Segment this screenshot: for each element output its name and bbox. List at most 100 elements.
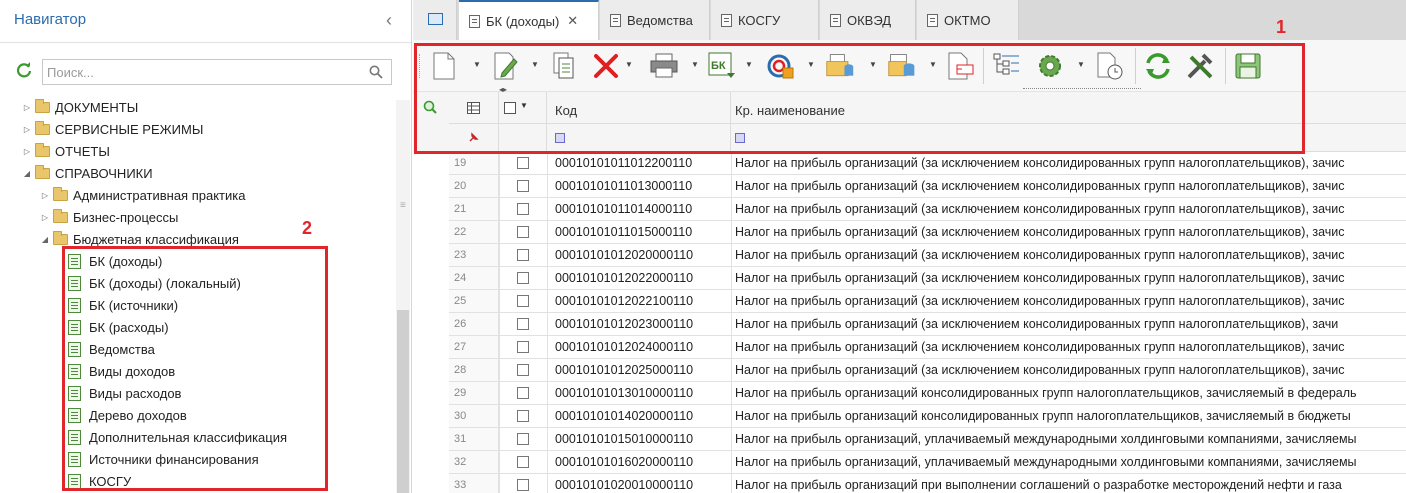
row-checkbox[interactable] bbox=[517, 387, 529, 399]
highlight-label-2: 2 bbox=[302, 218, 313, 238]
collapse-navigator-button[interactable]: ‹ bbox=[386, 10, 392, 31]
tab-4[interactable]: ОКВЭД bbox=[820, 0, 916, 40]
row-checkbox[interactable] bbox=[517, 249, 529, 261]
document-icon bbox=[610, 13, 621, 27]
collapsed-arrow-icon[interactable]: ▷ bbox=[22, 103, 32, 112]
tree-node-label: Бюджетная классификация bbox=[73, 231, 239, 247]
highlight-box-2 bbox=[62, 246, 328, 491]
navigator-title: Навигатор bbox=[14, 11, 87, 28]
collapsed-arrow-icon[interactable]: ▷ bbox=[22, 147, 32, 156]
table-row[interactable]: 21 00010101011014000110 Налог на прибыль о… bbox=[449, 198, 1406, 221]
row-checkbox[interactable] bbox=[517, 318, 529, 330]
row-checkbox[interactable] bbox=[517, 295, 529, 307]
row-number: 33 bbox=[449, 474, 499, 493]
splitter-grip-icon[interactable]: ≡ bbox=[400, 200, 406, 211]
navigator-divider bbox=[0, 42, 411, 43]
row-number: 28 bbox=[449, 359, 499, 381]
table-row[interactable]: 27 00010101012024000110 Налог на прибыль о… bbox=[449, 336, 1406, 359]
cell-name: Налог на прибыль организаций при выполне… bbox=[735, 478, 1342, 492]
table-row[interactable]: 23 00010101012020000110 Налог на прибыль о… bbox=[449, 244, 1406, 267]
cell-code: 00010101011013000110 bbox=[555, 179, 693, 193]
collapsed-arrow-icon[interactable]: ▷ bbox=[22, 125, 32, 134]
table-row[interactable]: 20 00010101011013000110 Налог на прибыль о… bbox=[449, 175, 1406, 198]
cell-name: Налог на прибыль организаций (за исключе… bbox=[735, 248, 1345, 262]
cell-code: 00010101012024000110 bbox=[555, 340, 694, 354]
cell-name: Налог на прибыль организаций (за исключе… bbox=[735, 271, 1345, 285]
tree-node[interactable]: ▷ ОТЧЕТЫ bbox=[22, 140, 110, 162]
tab-2[interactable]: Ведомства bbox=[600, 0, 710, 40]
expanded-arrow-icon[interactable]: ◢ bbox=[40, 235, 50, 244]
row-checkbox[interactable] bbox=[517, 341, 529, 353]
cell-code: 00010101014020000110 bbox=[555, 409, 694, 423]
table-row[interactable]: 30 00010101014020000110 Налог на прибыль о… bbox=[449, 405, 1406, 428]
row-checkbox[interactable] bbox=[517, 364, 529, 376]
cell-name: Налог на прибыль организаций, уплачиваем… bbox=[735, 455, 1357, 469]
tree-node[interactable]: ▷ СЕРВИСНЫЕ РЕЖИМЫ bbox=[22, 118, 203, 140]
tree-node[interactable]: ▷ Бизнес-процессы bbox=[40, 206, 178, 228]
table-row[interactable]: 31 00010101015010000110 Налог на прибыль о… bbox=[449, 428, 1406, 451]
tree-node[interactable]: ▷ Административная практика bbox=[40, 184, 245, 206]
navigator-scrollbar[interactable] bbox=[396, 100, 410, 493]
table-row[interactable]: 33 00010101020010000110 Налог на прибыль о… bbox=[449, 474, 1406, 493]
collapsed-arrow-icon[interactable]: ▷ bbox=[40, 191, 50, 200]
cell-code: 00010101012025000110 bbox=[555, 363, 694, 377]
refresh-icon[interactable] bbox=[16, 62, 32, 78]
navigator-panel: Навигатор ‹ ▷ДОКУМЕНТЫ▷СЕРВИСНЫЕ РЕЖИМЫ▷… bbox=[0, 0, 412, 493]
row-checkbox[interactable] bbox=[517, 203, 529, 215]
navigator-search[interactable] bbox=[42, 59, 392, 85]
highlight-label-1: 1 bbox=[1276, 17, 1287, 37]
cell-code: 00010101020010000110 bbox=[555, 478, 694, 492]
folder-icon bbox=[35, 120, 50, 135]
tree-node[interactable]: ◢ СПРАВОЧНИКИ bbox=[22, 162, 153, 184]
row-number: 32 bbox=[449, 451, 499, 473]
table-row[interactable]: 29 00010101013010000110 Налог на прибыль о… bbox=[449, 382, 1406, 405]
window-icon bbox=[428, 13, 443, 25]
tab-1[interactable]: БК (доходы) ✕ bbox=[459, 0, 599, 40]
row-number: 21 bbox=[449, 198, 499, 220]
cell-code: 00010101012022100110 bbox=[555, 294, 694, 308]
table-row[interactable]: 26 00010101012023000110 Налог на прибыль о… bbox=[449, 313, 1406, 336]
tab-5[interactable]: ОКТМО bbox=[917, 0, 1019, 40]
close-icon[interactable]: ✕ bbox=[567, 13, 578, 29]
row-checkbox[interactable] bbox=[517, 433, 529, 445]
cell-name: Налог на прибыль организаций, уплачиваем… bbox=[735, 432, 1357, 446]
table-row[interactable]: 22 00010101011015000110 Налог на прибыль о… bbox=[449, 221, 1406, 244]
table-row[interactable]: 32 00010101016020000110 Налог на прибыль о… bbox=[449, 451, 1406, 474]
scrollbar-thumb[interactable] bbox=[397, 310, 409, 493]
row-checkbox[interactable] bbox=[517, 410, 529, 422]
cell-name: Налог на прибыль организаций (за исключе… bbox=[735, 156, 1345, 170]
row-checkbox[interactable] bbox=[517, 456, 529, 468]
tab-3[interactable]: КОСГУ bbox=[711, 0, 819, 40]
tree-node-label: ОТЧЕТЫ bbox=[55, 143, 110, 159]
table-row[interactable]: 24 00010101012022000110 Налог на прибыль о… bbox=[449, 267, 1406, 290]
row-checkbox[interactable] bbox=[517, 479, 529, 491]
search-input[interactable] bbox=[47, 63, 357, 81]
tree-node[interactable]: ▷ ДОКУМЕНТЫ bbox=[22, 96, 138, 118]
table-row[interactable]: 19 00010101011012200110 Налог на прибыль о… bbox=[449, 152, 1406, 175]
search-icon[interactable] bbox=[369, 65, 383, 79]
collapsed-arrow-icon[interactable]: ▷ bbox=[40, 213, 50, 222]
row-number: 20 bbox=[449, 175, 499, 197]
folder-icon bbox=[53, 186, 68, 201]
tree-node-label: Административная практика bbox=[73, 187, 246, 203]
row-checkbox[interactable] bbox=[517, 226, 529, 238]
grid-body: 19 00010101011012200110 Налог на прибыль о… bbox=[449, 152, 1406, 493]
tab-bar: БК (доходы) ✕ Ведомства КОСГУ ОКВЭД ОКТМО bbox=[413, 0, 1406, 40]
row-number: 27 bbox=[449, 336, 499, 358]
tab-label: ОКВЭД bbox=[847, 12, 892, 28]
row-number: 31 bbox=[449, 428, 499, 450]
expanded-arrow-icon[interactable]: ◢ bbox=[22, 169, 32, 178]
cell-name: Налог на прибыль организаций (за исключе… bbox=[735, 179, 1345, 193]
table-row[interactable]: 25 00010101012022100110 Налог на прибыль о… bbox=[449, 290, 1406, 313]
cell-name: Налог на прибыль организаций консолидиро… bbox=[735, 386, 1357, 400]
table-row[interactable]: 28 00010101012025000110 Налог на прибыль о… bbox=[449, 359, 1406, 382]
cell-name: Налог на прибыль организаций консолидиро… bbox=[735, 409, 1351, 423]
cell-code: 00010101012020000110 bbox=[555, 248, 694, 262]
row-number: 22 bbox=[449, 221, 499, 243]
row-checkbox[interactable] bbox=[517, 272, 529, 284]
row-checkbox[interactable] bbox=[517, 180, 529, 192]
cell-code: 00010101013010000110 bbox=[555, 386, 694, 400]
row-checkbox[interactable] bbox=[517, 157, 529, 169]
document-icon bbox=[927, 13, 938, 27]
tab-home[interactable] bbox=[413, 0, 457, 40]
